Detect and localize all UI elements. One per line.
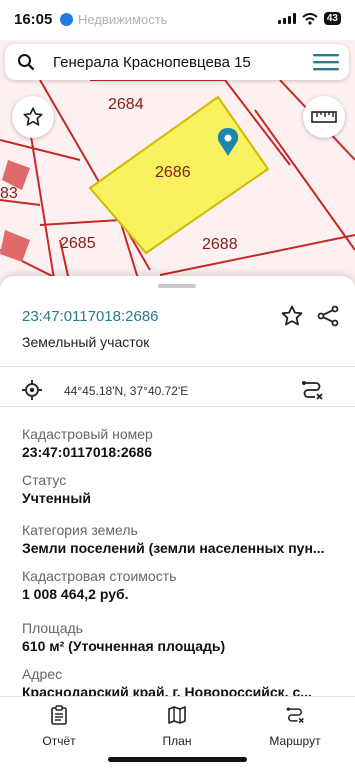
field-value-area: 610 м² (Уточненная площадь) xyxy=(22,638,226,654)
tab-route-label: Маршрут xyxy=(269,734,321,748)
field-label-cadastral-number: Кадастровый номер xyxy=(22,426,153,442)
map-plan-icon xyxy=(168,706,186,724)
field-label-cadastral-cost: Кадастровая стоимость xyxy=(22,568,177,584)
location-arrow-icon xyxy=(60,13,73,26)
report-icon xyxy=(51,705,67,725)
sheet-drag-handle[interactable] xyxy=(158,284,196,288)
tab-plan[interactable]: План xyxy=(132,705,222,748)
search-bar[interactable]: Генерала Краснопевцева 15 xyxy=(5,44,349,80)
route-icon xyxy=(286,707,304,724)
plot-label: 83 xyxy=(0,185,18,202)
search-input[interactable]: Генерала Краснопевцева 15 xyxy=(53,54,251,71)
favorite-star-icon[interactable] xyxy=(280,304,304,328)
battery-icon: 43 xyxy=(323,12,341,25)
plot-label-selected: 2686 xyxy=(155,164,191,181)
tab-report[interactable]: Отчёт xyxy=(14,705,104,748)
plot-label: 2684 xyxy=(108,96,144,113)
home-indicator xyxy=(108,757,247,762)
field-value-land-category: Земли поселений (земли населенных пун... xyxy=(22,540,325,556)
map-favorite-button[interactable] xyxy=(12,96,54,138)
status-bar: 16:05 Недвижимость 43 xyxy=(0,0,355,40)
parcel-info-sheet: 23:47:0117018:2686 Земельный участок 44°… xyxy=(0,276,355,768)
tab-plan-label: План xyxy=(162,734,192,748)
divider xyxy=(0,366,355,367)
ruler-icon xyxy=(311,111,337,123)
search-icon xyxy=(18,54,35,71)
field-label-status: Статус xyxy=(22,472,67,488)
wifi-icon xyxy=(302,12,318,25)
share-icon[interactable] xyxy=(316,304,340,328)
tab-report-label: Отчёт xyxy=(42,734,76,748)
plot-label: 2685 xyxy=(60,235,96,252)
parcel-type: Земельный участок xyxy=(22,334,150,350)
status-time: 16:05 xyxy=(14,11,53,28)
build-route-icon[interactable] xyxy=(300,378,324,402)
divider xyxy=(0,406,355,407)
field-value-status: Учтенный xyxy=(22,490,91,506)
tab-route[interactable]: Маршрут xyxy=(250,705,340,748)
coordinates-text[interactable]: 44°45.18'N, 37°40.72'E xyxy=(64,384,188,398)
field-value-cadastral-cost: 1 008 464,2 руб. xyxy=(22,586,129,602)
cadastral-number-header[interactable]: 23:47:0117018:2686 xyxy=(22,308,159,325)
signal-icon xyxy=(277,13,296,24)
status-indicators: 43 xyxy=(277,12,341,25)
map-ruler-button[interactable] xyxy=(303,96,345,138)
star-icon xyxy=(23,107,43,126)
field-value-cadastral-number: 23:47:0117018:2686 xyxy=(22,444,153,460)
locate-target-icon[interactable] xyxy=(22,380,42,400)
field-label-land-category: Категория земель xyxy=(22,522,138,538)
faded-app-name: Недвижимость xyxy=(78,12,168,27)
field-label-area: Площадь xyxy=(22,620,83,636)
menu-icon[interactable] xyxy=(313,53,339,71)
field-label-address: Адрес xyxy=(22,666,63,682)
plot-label: 2688 xyxy=(202,236,238,253)
